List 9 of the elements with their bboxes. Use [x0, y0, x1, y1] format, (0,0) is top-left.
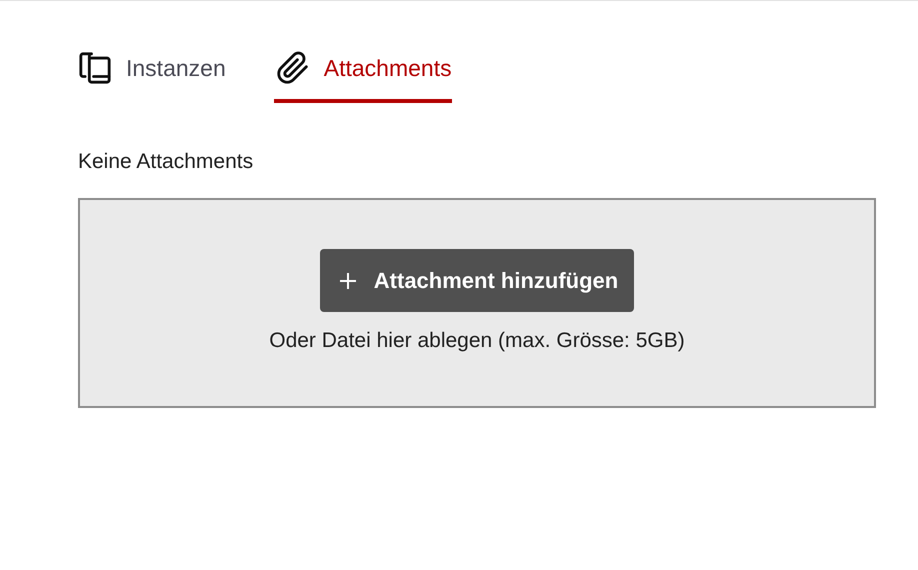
paperclip-icon	[276, 51, 310, 85]
drop-hint: Oder Datei hier ablegen (max. Grösse: 5GB)	[269, 329, 685, 353]
add-attachment-button[interactable]: Attachment hinzufügen	[320, 249, 634, 312]
copies-icon	[78, 51, 112, 85]
tab[interactable]: Attachments	[274, 45, 452, 103]
tab[interactable]: Instanzen	[78, 45, 226, 103]
plus-icon	[338, 270, 358, 290]
drop-zone[interactable]: Attachment hinzufügen Oder Datei hier ablegen (max. Grösse: 5GB)	[78, 198, 876, 408]
empty-message: Keine Attachments	[78, 150, 254, 174]
